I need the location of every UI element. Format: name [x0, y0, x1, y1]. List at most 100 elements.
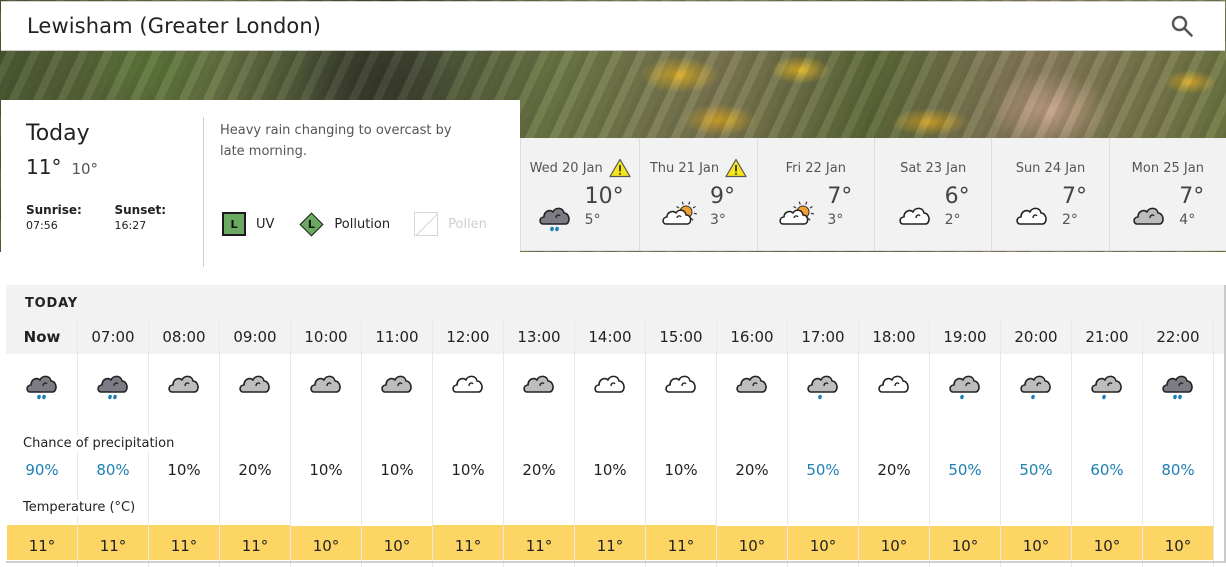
uv-index[interactable]: L UV — [222, 212, 274, 236]
hour-time: 17:00 — [801, 328, 845, 346]
hour-time: 07:00 — [91, 328, 135, 346]
light-rain-icon — [1018, 366, 1054, 400]
day-tab[interactable]: Mon 25 Jan 7° 4° — [1108, 138, 1226, 250]
location-title: Lewisham (Greater London) — [27, 14, 322, 38]
day-label: Sat 23 Jan — [900, 160, 967, 176]
sunset-block: Sunset: 16:27 — [115, 203, 204, 232]
light-rain-icon — [805, 366, 841, 400]
today-low-temp: 10° — [71, 160, 99, 178]
hourly-column[interactable]: 17:00 50% 10° — [788, 320, 859, 567]
grey-cloud-icon — [237, 366, 273, 400]
pollution-index[interactable]: L Pollution — [298, 211, 390, 237]
grey-cloud-icon — [379, 366, 415, 400]
grey-cloud-icon — [1131, 198, 1165, 228]
white-cloud-icon — [450, 366, 486, 400]
hourly-column[interactable]: 14:00 10% 11° — [575, 320, 646, 567]
hour-time: 09:00 — [233, 328, 277, 346]
day-low-temp: 2° — [944, 212, 961, 228]
hourly-day-label: TODAY — [25, 296, 78, 311]
precipitation-chance: 80% — [1161, 461, 1195, 479]
precipitation-chance: 10% — [664, 461, 698, 479]
day-tab[interactable]: Sun 24 Jan 7° 2° — [991, 138, 1108, 250]
pollution-label: Pollution — [334, 216, 391, 232]
sunset-label: Sunset: — [114, 203, 167, 217]
hourly-column[interactable]: 10:00 10% 10° — [291, 320, 362, 567]
day-low-temp: 3° — [827, 212, 844, 228]
precipitation-chance: 20% — [735, 461, 769, 479]
sunrise-label: Sunrise: — [26, 203, 82, 217]
sunny-intervals-icon — [779, 198, 815, 228]
day-tab[interactable]: Wed 20 Jan 10° 5° — [520, 138, 639, 250]
hour-time: 14:00 — [588, 328, 632, 346]
grey-cloud-icon — [308, 366, 344, 400]
grey-cloud-icon — [734, 366, 770, 400]
hourly-column[interactable]: 13:00 20% 11° — [504, 320, 575, 567]
heavy-rain-icon — [537, 198, 571, 232]
hour-temperature: 10° — [362, 526, 432, 560]
pollen-index[interactable]: Pollen — [414, 212, 487, 236]
today-summary-card[interactable]: Today 11° 10° Sunrise: 07:56 Sunset: 16:… — [1, 100, 520, 267]
today-high-temp: 11° — [26, 155, 62, 179]
hour-time: 19:00 — [943, 328, 987, 346]
precipitation-chance: 10% — [380, 461, 414, 479]
day-high-temp: 7° — [1179, 184, 1205, 209]
hourly-forecast: TODAY Now 90% 11° 07:00 80% 11° 08:00 10% 11° 09:… — [6, 285, 1226, 567]
white-cloud-icon — [592, 366, 628, 400]
environment-indices: L UV L Pollution Pollen — [222, 211, 511, 237]
light-rain-icon — [1089, 366, 1125, 400]
uv-label: UV — [256, 216, 275, 232]
white-cloud-icon — [897, 198, 931, 228]
day-low-temp: 4° — [1179, 212, 1196, 228]
hourly-column[interactable]: 20:00 50% 10° — [1001, 320, 1072, 567]
location-header: Lewisham (Greater London) — [1, 1, 1225, 51]
hour-temperature: 10° — [1072, 526, 1142, 560]
weather-warning-icon[interactable] — [725, 158, 747, 178]
white-cloud-icon — [876, 366, 912, 400]
day-tab[interactable]: Fri 22 Jan 7° 3° — [756, 138, 874, 250]
day-high-temp: 7° — [1061, 184, 1087, 209]
hour-temperature: 11° — [504, 525, 574, 560]
day-label: Wed 20 Jan — [529, 160, 603, 176]
day-tab[interactable]: Thu 21 Jan 9° 3° — [639, 138, 756, 250]
day-high-temp: 10° — [584, 184, 624, 209]
day-high-temp: 9° — [709, 184, 735, 209]
hour-time: 10:00 — [304, 328, 348, 346]
temperature-row-label: Temperature (°C) — [23, 500, 140, 515]
hourly-column[interactable]: 21:00 60% 10° — [1072, 320, 1143, 567]
white-cloud-icon — [663, 366, 699, 400]
hour-temperature: 11° — [78, 525, 148, 560]
hourly-column[interactable]: 22:00 80% 10° — [1143, 320, 1214, 567]
hour-temperature: 11° — [7, 525, 77, 560]
hourly-column[interactable]: 09:00 20% 11° — [220, 320, 291, 567]
hourly-column[interactable]: 19:00 50% 10° — [930, 320, 1001, 567]
day-tab[interactable]: Sat 23 Jan 6° 2° — [873, 138, 991, 250]
precipitation-chance: 20% — [238, 461, 272, 479]
hour-temperature: 10° — [717, 526, 787, 560]
hour-time: 18:00 — [872, 328, 916, 346]
precipitation-chance: 20% — [877, 461, 911, 479]
hourly-column[interactable]: 18:00 20% 10° — [859, 320, 930, 567]
pollution-level: L — [307, 217, 315, 231]
hour-temperature: 11° — [220, 525, 290, 560]
search-button[interactable] — [1167, 11, 1197, 41]
heavy-rain-icon — [24, 366, 60, 400]
hour-temperature: 11° — [646, 525, 716, 560]
weather-warning-icon[interactable] — [609, 158, 631, 178]
hour-time: 13:00 — [517, 328, 561, 346]
precipitation-chance: 50% — [1019, 461, 1053, 479]
sunset-time: 16:27 — [114, 219, 147, 232]
hour-time: 22:00 — [1156, 328, 1200, 346]
hourly-column[interactable]: 12:00 10% 11° — [433, 320, 504, 567]
hour-temperature: 11° — [433, 525, 503, 560]
precipitation-chance: 20% — [522, 461, 556, 479]
hourly-column[interactable]: 15:00 10% 11° — [646, 320, 717, 567]
hour-temperature: 11° — [149, 525, 219, 560]
precipitation-chance: 10% — [167, 461, 201, 479]
hour-time: 15:00 — [659, 328, 703, 346]
sunrise-block: Sunrise: 07:56 — [26, 203, 115, 232]
hourly-column[interactable]: 11:00 10% 10° — [362, 320, 433, 567]
hour-time: Now — [23, 328, 61, 346]
hourly-column[interactable]: 16:00 20% 10° — [717, 320, 788, 567]
pollen-label: Pollen — [448, 216, 487, 232]
day-high-temp: 7° — [827, 184, 853, 209]
